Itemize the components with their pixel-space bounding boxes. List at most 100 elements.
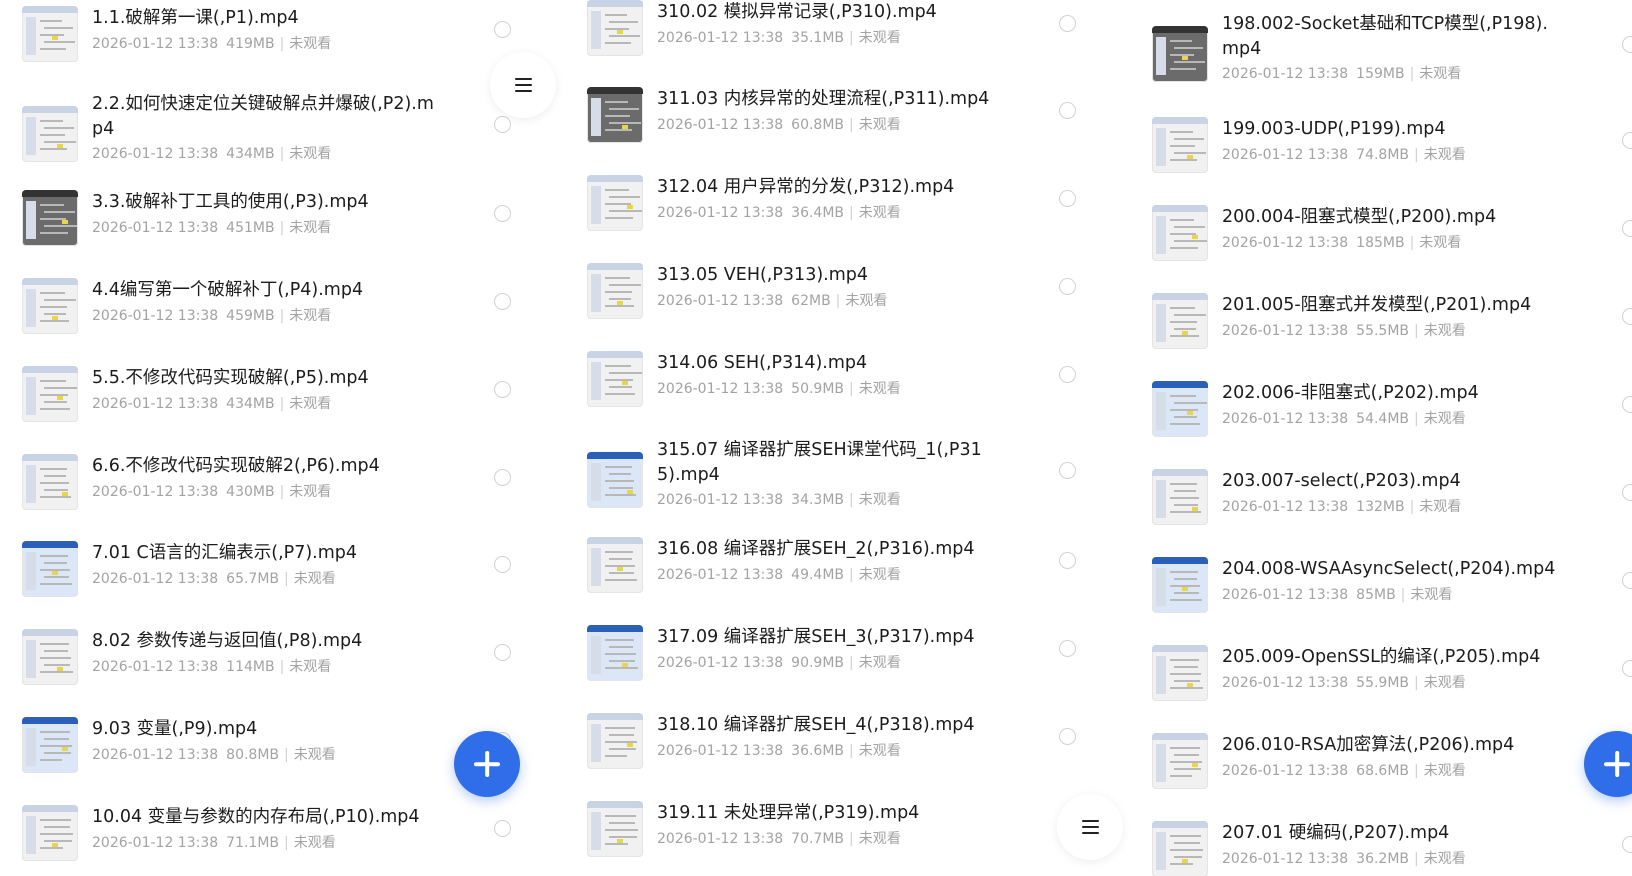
video-thumbnail[interactable] — [22, 629, 78, 685]
video-thumbnail[interactable] — [587, 801, 643, 857]
video-thumbnail[interactable] — [587, 87, 643, 143]
video-thumbnail[interactable] — [1152, 205, 1208, 261]
file-title: 1.1.破解第一课(,P1).mp4 — [92, 8, 299, 28]
select-radio[interactable] — [1622, 572, 1632, 589]
list-item[interactable]: 318.10 编译器扩展SEH_4(,P318).mp4 2026-01-12 1… — [565, 713, 1110, 793]
video-thumbnail[interactable] — [22, 366, 78, 422]
list-item[interactable]: 201.005-阻塞式并发模型(,P201).mp4 2026-01-12 13:… — [1130, 293, 1632, 373]
select-radio[interactable] — [1622, 660, 1632, 677]
video-thumbnail[interactable] — [22, 717, 78, 773]
list-item[interactable]: 4.4编写第一个破解补丁(,P4).mp4 2026-01-12 13:38 459… — [0, 278, 545, 358]
list-item[interactable]: 311.03 内核异常的处理流程(,P311).mp4 2026-01-12 13… — [565, 87, 1110, 167]
video-thumbnail[interactable] — [587, 713, 643, 769]
video-thumbnail[interactable] — [22, 454, 78, 510]
file-size: 80.8MB — [226, 747, 280, 763]
video-thumbnail[interactable] — [1152, 733, 1208, 789]
file-size: 459MB — [226, 308, 275, 324]
list-item[interactable]: 207.01 硬编码(,P207).mp4 2026-01-12 13:38 36.… — [1130, 821, 1632, 876]
select-radio[interactable] — [1622, 132, 1632, 149]
list-item[interactable]: 198.002-Socket基础和TCP模型(,P198).mp4 2026-01… — [1130, 12, 1632, 92]
select-radio[interactable] — [494, 644, 511, 661]
video-thumbnail[interactable] — [1152, 469, 1208, 525]
select-radio[interactable] — [1622, 36, 1632, 53]
list-item[interactable]: 319.11 未处理异常(,P319).mp4 2026-01-12 13:38 7… — [565, 801, 1110, 876]
video-thumbnail[interactable] — [22, 805, 78, 861]
select-radio[interactable] — [1059, 102, 1076, 119]
select-radio[interactable] — [494, 293, 511, 310]
select-radio[interactable] — [1059, 278, 1076, 295]
select-radio[interactable] — [494, 556, 511, 573]
select-radio[interactable] — [1059, 640, 1076, 657]
meta-divider: | — [279, 484, 285, 500]
select-radio[interactable] — [1622, 484, 1632, 501]
video-thumbnail[interactable] — [1152, 645, 1208, 701]
select-radio[interactable] — [494, 381, 511, 398]
select-radio[interactable] — [1059, 728, 1076, 745]
list-item[interactable]: 200.004-阻塞式模型(,P200).mp4 2026-01-12 13:38… — [1130, 205, 1632, 285]
list-item[interactable]: 199.003-UDP(,P199).mp4 2026-01-12 13:38 74… — [1130, 117, 1632, 197]
video-thumbnail[interactable] — [587, 537, 643, 593]
file-title: 316.08 编译器扩展SEH_2(,P316).mp4 — [657, 539, 975, 559]
list-item[interactable]: 206.010-RSA加密算法(,P206).mp4 2026-01-12 13:… — [1130, 733, 1632, 813]
select-radio[interactable] — [494, 116, 511, 133]
list-item[interactable]: 3.3.破解补丁工具的使用(,P3).mp4 2026-01-12 13:38 45… — [0, 190, 545, 270]
list-item[interactable]: 204.008-WSAAsyncSelect(,P204).mp4 2026-01… — [1130, 557, 1632, 637]
video-thumbnail[interactable] — [587, 175, 643, 231]
video-thumbnail[interactable] — [1152, 821, 1208, 876]
video-thumbnail[interactable] — [22, 106, 78, 162]
add-button-left[interactable] — [454, 731, 520, 797]
video-thumbnail[interactable] — [1152, 381, 1208, 437]
video-thumbnail[interactable] — [1152, 293, 1208, 349]
select-radio[interactable] — [494, 21, 511, 38]
list-item[interactable]: 313.05 VEH(,P313).mp4 2026-01-12 13:38 62M… — [565, 263, 1110, 343]
list-item[interactable]: 6.6.不修改代码实现破解2(,P6).mp4 2026-01-12 13:38 4… — [0, 454, 545, 534]
video-thumbnail[interactable] — [1152, 26, 1208, 82]
list-item[interactable]: 10.04 变量与参数的内存布局(,P10).mp4 2026-01-12 13:… — [0, 805, 545, 876]
video-thumbnail[interactable] — [1152, 557, 1208, 613]
list-item[interactable]: 1.1.破解第一课(,P1).mp4 2026-01-12 13:38 419MB |… — [0, 6, 545, 86]
select-radio[interactable] — [494, 205, 511, 222]
select-radio[interactable] — [1622, 308, 1632, 325]
list-item[interactable]: 203.007-select(,P203).mp4 2026-01-12 13:3… — [1130, 469, 1632, 549]
video-thumbnail[interactable] — [587, 351, 643, 407]
list-item[interactable]: 316.08 编译器扩展SEH_2(,P316).mp4 2026-01-12 1… — [565, 537, 1110, 617]
list-item[interactable]: 315.07 编译器扩展SEH课堂代码_1(,P315).mp4 2026-01-… — [565, 438, 1110, 518]
select-radio[interactable] — [1059, 462, 1076, 479]
video-thumbnail[interactable] — [22, 278, 78, 334]
floating-menu-button-middle[interactable] — [1057, 794, 1123, 860]
select-radio[interactable] — [1059, 552, 1076, 569]
list-item[interactable]: 317.09 编译器扩展SEH_3(,P317).mp4 2026-01-12 1… — [565, 625, 1110, 705]
list-item[interactable]: 202.006-非阻塞式(,P202).mp4 2026-01-12 13:38 5… — [1130, 381, 1632, 461]
select-radio[interactable] — [1059, 15, 1076, 32]
file-title: 314.06 SEH(,P314).mp4 — [657, 353, 868, 373]
video-thumbnail[interactable] — [22, 541, 78, 597]
select-radio[interactable] — [1622, 396, 1632, 413]
select-radio[interactable] — [1622, 220, 1632, 237]
select-radio[interactable] — [1622, 836, 1632, 853]
meta-divider: | — [279, 308, 285, 324]
floating-menu-button-left[interactable] — [490, 52, 556, 118]
meta-divider: | — [1414, 763, 1419, 779]
list-item[interactable]: 7.01 C语言的汇编表示(,P7).mp4 2026-01-12 13:38 65… — [0, 541, 545, 621]
list-item[interactable]: 2.2.如何快速定位关键破解点并爆破(,P2).mp4 2026-01-12 13… — [0, 92, 545, 172]
video-thumbnail[interactable] — [22, 190, 78, 246]
video-thumbnail[interactable] — [587, 452, 643, 508]
list-item[interactable]: 310.02 模拟异常记录(,P310).mp4 2026-01-12 13:38… — [565, 0, 1110, 80]
list-item[interactable]: 8.02 参数传递与返回值(,P8).mp4 2026-01-12 13:38 11… — [0, 629, 545, 709]
select-radio[interactable] — [1059, 190, 1076, 207]
select-radio[interactable] — [494, 820, 511, 837]
select-radio[interactable] — [1059, 366, 1076, 383]
list-item[interactable]: 314.06 SEH(,P314).mp4 2026-01-12 13:38 50.… — [565, 351, 1110, 431]
select-radio[interactable] — [494, 469, 511, 486]
video-thumbnail[interactable] — [587, 0, 643, 56]
list-item[interactable]: 5.5.不修改代码实现破解(,P5).mp4 2026-01-12 13:38 43… — [0, 366, 545, 446]
video-thumbnail[interactable] — [587, 263, 643, 319]
video-thumbnail[interactable] — [22, 6, 78, 62]
list-item[interactable]: 312.04 用户异常的分发(,P312).mp4 2026-01-12 13:3… — [565, 175, 1110, 255]
video-thumbnail[interactable] — [587, 625, 643, 681]
meta-divider: | — [1409, 235, 1415, 251]
list-item[interactable]: 205.009-OpenSSL的编译(,P205).mp4 2026-01-12 … — [1130, 645, 1632, 725]
watch-status: 未观看 — [858, 743, 901, 759]
meta-divider: | — [1414, 851, 1419, 867]
video-thumbnail[interactable] — [1152, 117, 1208, 173]
